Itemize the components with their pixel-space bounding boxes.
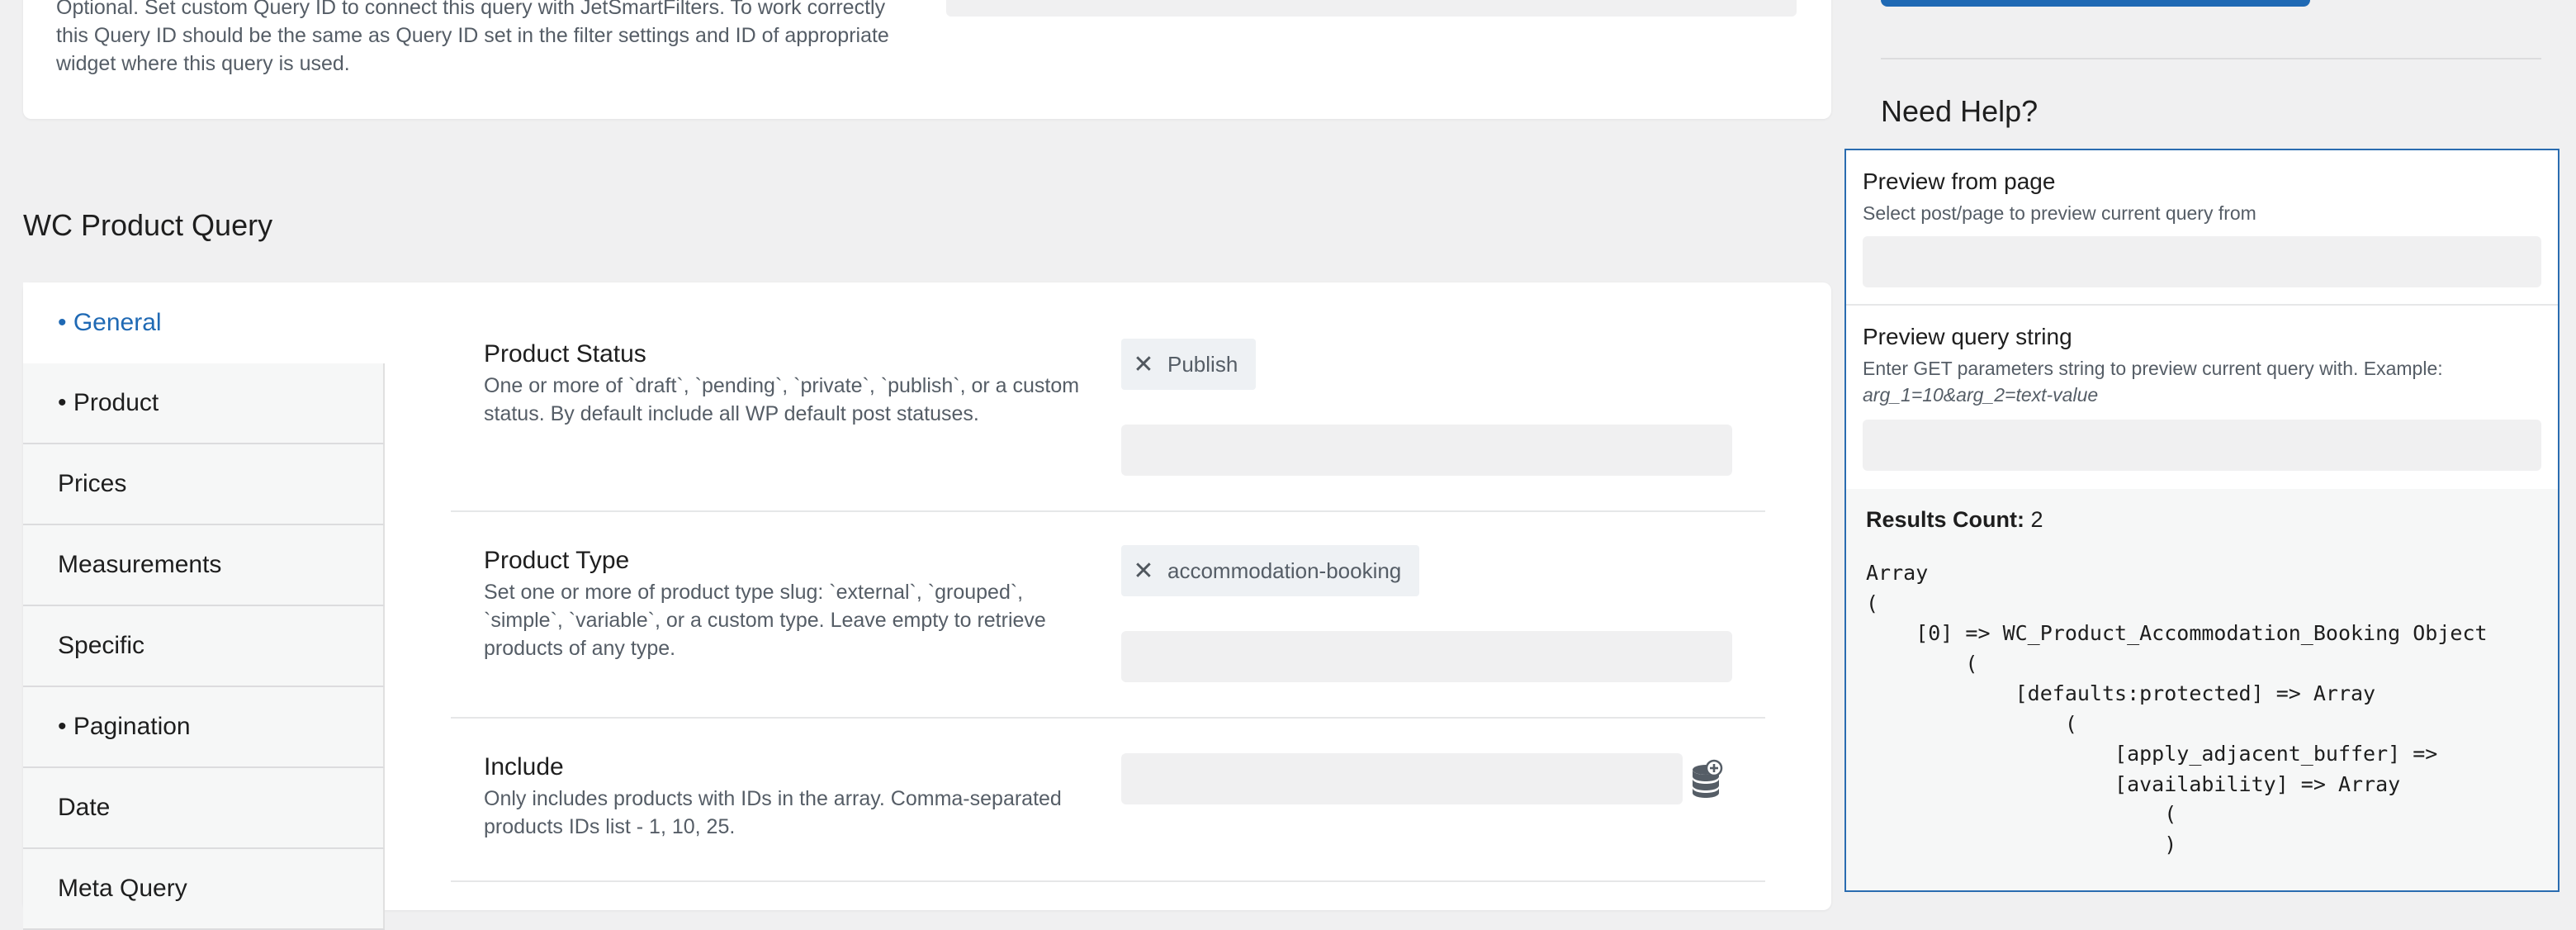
tab-prices[interactable]: Prices bbox=[23, 444, 385, 525]
include-description: Only includes products with IDs in the a… bbox=[484, 787, 1062, 838]
tab-meta-query[interactable]: Meta Query bbox=[23, 849, 385, 930]
product-status-chip[interactable]: ✕ Publish bbox=[1121, 339, 1257, 390]
close-icon[interactable]: ✕ bbox=[1133, 350, 1154, 379]
primary-action-button[interactable] bbox=[1881, 0, 2310, 7]
database-plus-icon[interactable] bbox=[1691, 758, 1724, 798]
preview-from-page-label: Preview from page bbox=[1863, 168, 2056, 194]
product-status-label: Product Status bbox=[484, 340, 646, 368]
results-count-value: 2 bbox=[2030, 507, 2043, 532]
tab-general[interactable]: • General bbox=[23, 282, 385, 363]
include-input[interactable] bbox=[1121, 753, 1683, 804]
preview-query-string-description: Enter GET parameters string to preview c… bbox=[1863, 355, 2540, 408]
row-divider bbox=[451, 717, 1765, 719]
product-status-description: One or more of `draft`, `pending`, `priv… bbox=[484, 374, 1080, 425]
tab-date[interactable]: Date bbox=[23, 768, 385, 849]
product-type-description: Set one or more of product type slug: `e… bbox=[484, 581, 1046, 660]
include-label: Include bbox=[484, 753, 564, 781]
product-type-chip[interactable]: ✕ accommodation-booking bbox=[1121, 545, 1420, 596]
preview-divider bbox=[1846, 304, 2558, 306]
tab-product[interactable]: • Product bbox=[23, 363, 385, 444]
product-status-input[interactable] bbox=[1121, 425, 1732, 476]
preview-query-string-label: Preview query string bbox=[1863, 324, 2072, 349]
row-divider bbox=[451, 510, 1765, 512]
product-type-label: Product Type bbox=[484, 547, 630, 574]
preview-from-page-description: Select post/page to preview current quer… bbox=[1863, 202, 2256, 224]
need-help-heading: Need Help? bbox=[1881, 94, 2039, 128]
preview-from-page-select[interactable] bbox=[1863, 236, 2541, 287]
product-status-chip-label: Publish bbox=[1167, 351, 1238, 377]
product-type-chip-label: accommodation-booking bbox=[1167, 558, 1402, 583]
section-title: WC Product Query bbox=[23, 208, 273, 242]
results-count: Results Count: 2 bbox=[1866, 507, 2043, 533]
close-icon[interactable]: ✕ bbox=[1133, 557, 1154, 586]
sidebar-divider bbox=[1881, 58, 2541, 59]
results-count-label: Results Count: bbox=[1866, 507, 2024, 532]
preview-query-string-input[interactable] bbox=[1863, 420, 2541, 471]
preview-query-string-example: arg_1=10&arg_2=text-value bbox=[1863, 384, 2099, 406]
query-id-input[interactable] bbox=[946, 0, 1797, 17]
tab-specific[interactable]: Specific bbox=[23, 606, 385, 687]
query-results-output: Array ( [0] => WC_Product_Accommodation_… bbox=[1866, 561, 2488, 856]
preview-query-string-help: Enter GET parameters string to preview c… bbox=[1863, 358, 2443, 379]
product-type-input[interactable] bbox=[1121, 631, 1732, 682]
query-id-description: Optional. Set custom Query ID to connect… bbox=[56, 0, 889, 75]
tab-measurements[interactable]: Measurements bbox=[23, 525, 385, 606]
tab-pagination[interactable]: • Pagination bbox=[23, 687, 385, 768]
